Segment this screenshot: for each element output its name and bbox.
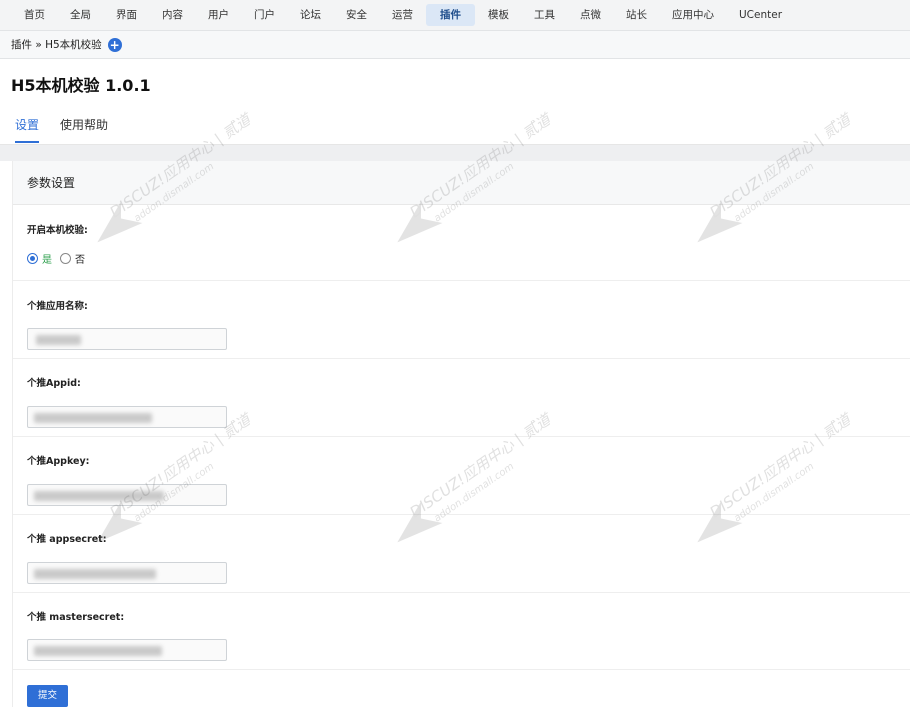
redacted-value: [34, 646, 162, 656]
nav-item-0[interactable]: 首页: [12, 4, 57, 26]
nav-item-4[interactable]: 用户: [196, 4, 241, 26]
redacted-value: [36, 335, 81, 345]
divider: [13, 436, 910, 437]
settings-panel: 参数设置 开启本机校验: 是 否 个推应用名称: 个推Appid: 个推Appk…: [12, 161, 910, 707]
app-name-input[interactable]: [27, 328, 227, 350]
add-icon[interactable]: +: [107, 37, 122, 52]
enable-radio-group: 是 否: [27, 251, 93, 266]
appsecret-input[interactable]: [27, 562, 227, 584]
appsecret-label: 个推 appsecret:: [27, 534, 107, 545]
nav-item-11[interactable]: 工具: [522, 4, 567, 26]
divider: [13, 280, 910, 281]
redacted-value: [34, 569, 156, 579]
breadcrumb: 插件 » H5本机校验 +: [0, 31, 910, 59]
nav-item-6[interactable]: 论坛: [288, 4, 333, 26]
radio-no[interactable]: [60, 253, 71, 264]
nav-item-15[interactable]: UCenter: [727, 4, 794, 26]
nav-item-9[interactable]: 插件: [426, 4, 475, 26]
tab-settings[interactable]: 设置: [15, 115, 40, 143]
tab-help[interactable]: 使用帮助: [60, 115, 108, 143]
redacted-value: [34, 491, 164, 501]
radio-yes[interactable]: [27, 253, 38, 264]
appid-input[interactable]: [27, 406, 227, 428]
app-name-label: 个推应用名称:: [27, 301, 88, 312]
nav-item-8[interactable]: 运营: [380, 4, 425, 26]
mastersecret-label: 个推 mastersecret:: [27, 612, 125, 623]
nav-item-5[interactable]: 门户: [242, 4, 287, 26]
nav-item-13[interactable]: 站长: [614, 4, 659, 26]
breadcrumb-text[interactable]: 插件 » H5本机校验: [11, 37, 102, 52]
mastersecret-input[interactable]: [27, 639, 227, 661]
nav-item-1[interactable]: 全局: [58, 4, 103, 26]
divider: [13, 669, 910, 670]
nav-item-3[interactable]: 内容: [150, 4, 195, 26]
panel-header: 参数设置: [13, 161, 910, 205]
radio-yes-label[interactable]: 是: [42, 251, 52, 266]
tab-bar: 设置 使用帮助: [0, 113, 910, 145]
nav-item-2[interactable]: 界面: [104, 4, 149, 26]
divider: [13, 592, 910, 593]
nav-item-7[interactable]: 安全: [334, 4, 379, 26]
nav-item-14[interactable]: 应用中心: [660, 4, 726, 26]
top-nav: 首页 全局 界面 内容 用户 门户 论坛 安全 运营 插件 模板 工具 点微 站长 应用中心 UCenter: [0, 0, 910, 31]
redacted-value: [34, 413, 152, 423]
appkey-label: 个推Appkey:: [27, 456, 90, 467]
appid-label: 个推Appid:: [27, 378, 81, 389]
nav-item-12[interactable]: 点微: [568, 4, 613, 26]
submit-button[interactable]: 提交: [27, 685, 68, 707]
appkey-input[interactable]: [27, 484, 227, 506]
divider: [13, 358, 910, 359]
radio-no-label[interactable]: 否: [75, 251, 85, 266]
nav-item-10[interactable]: 模板: [476, 4, 521, 26]
page-title: H5本机校验 1.0.1: [11, 76, 151, 95]
divider: [13, 514, 910, 515]
gray-strip: [0, 145, 910, 161]
enable-label: 开启本机校验:: [27, 225, 88, 236]
